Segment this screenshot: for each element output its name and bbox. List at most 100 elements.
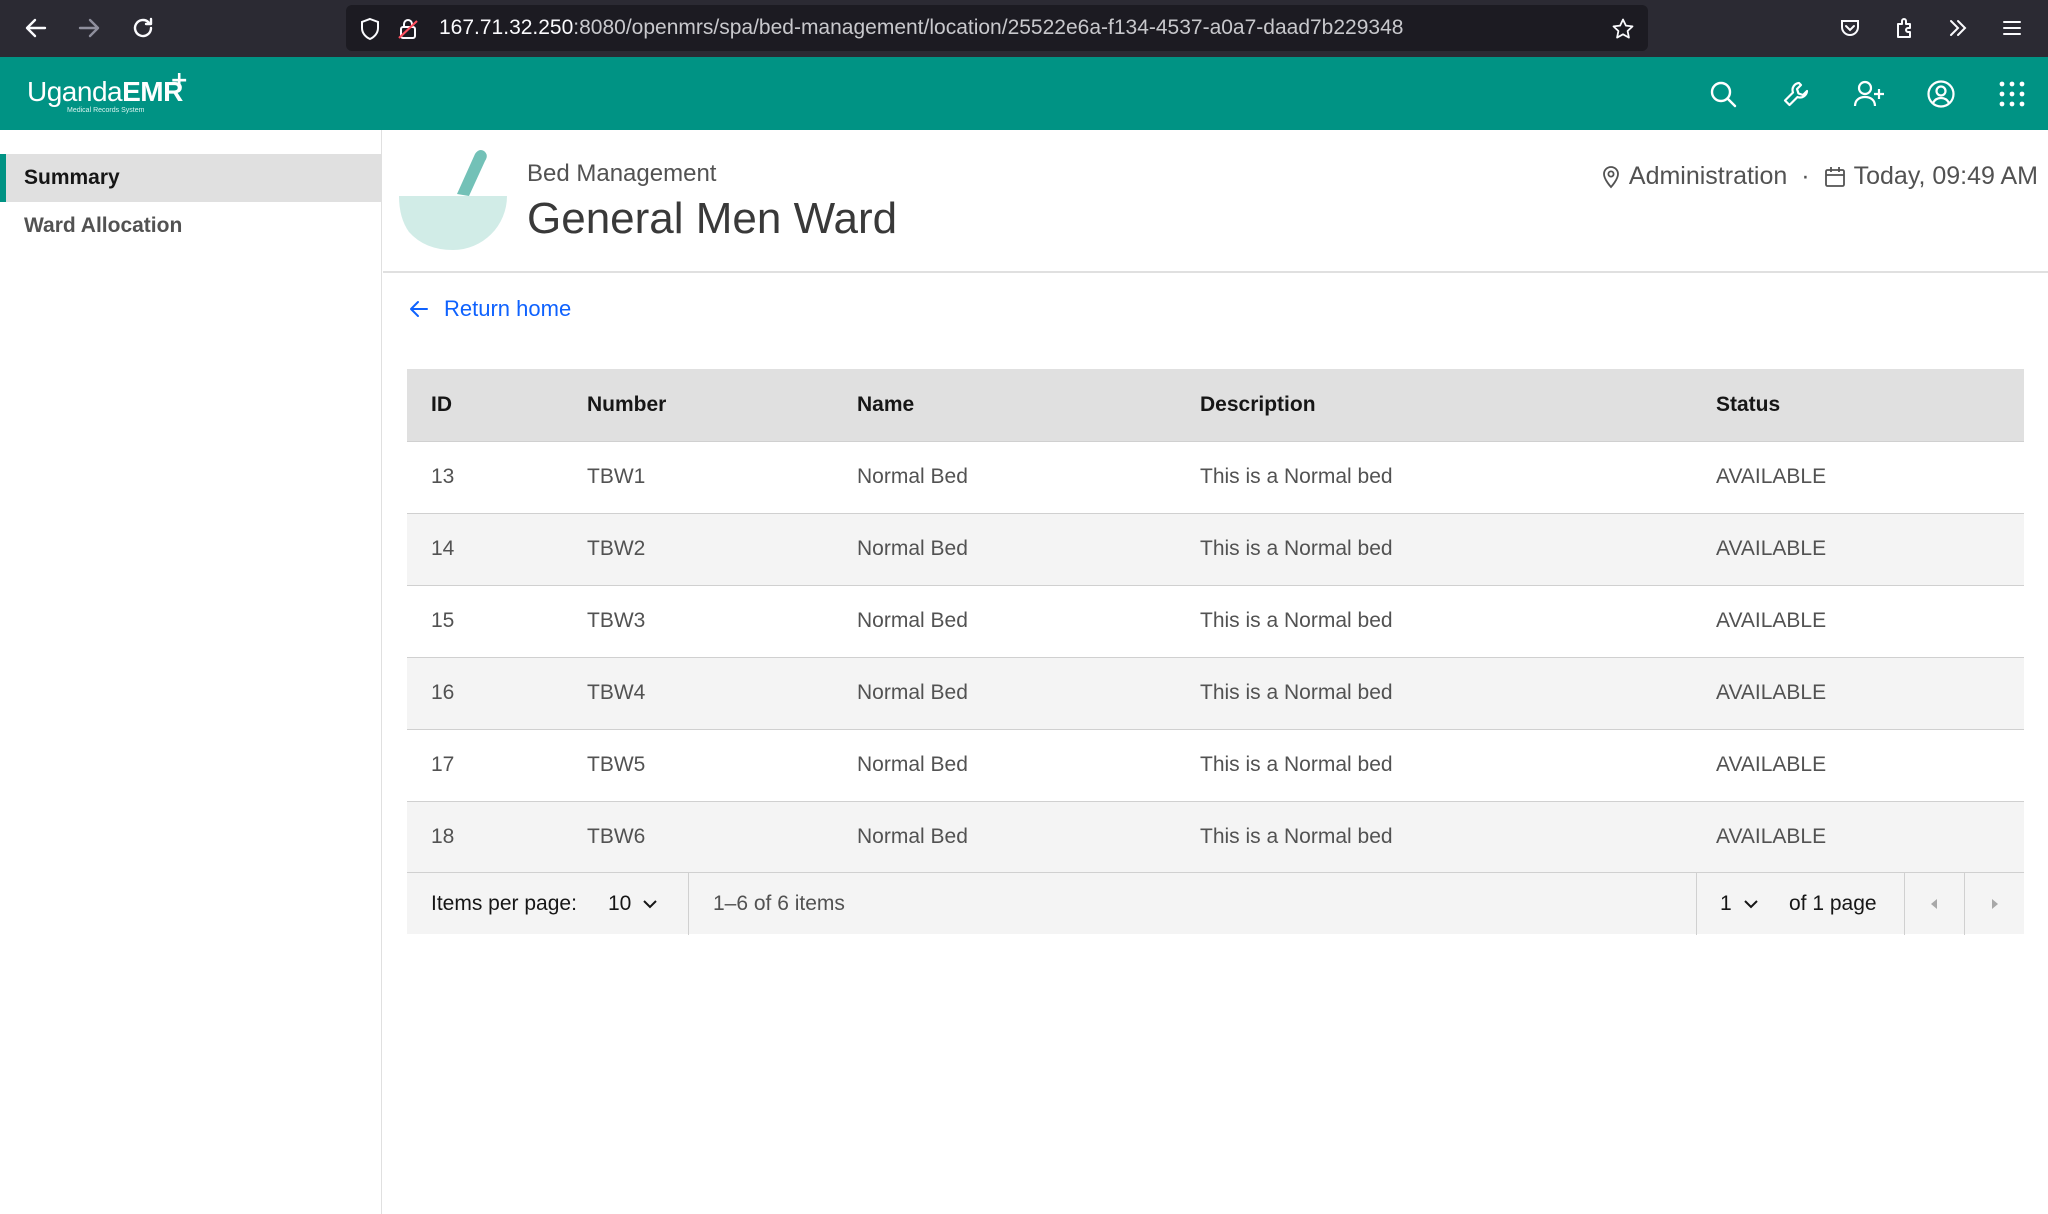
cell-status: AVAILABLE — [1716, 825, 1827, 849]
logo-plus: + — [170, 68, 189, 93]
caret-right-icon — [1989, 897, 2001, 911]
cell-status: AVAILABLE — [1716, 753, 1827, 776]
pager-divider — [1696, 873, 1697, 935]
cell-number: TBW3 — [587, 609, 646, 632]
cell-name: Normal Bed — [857, 465, 968, 488]
wrench-icon[interactable] — [1779, 77, 1813, 111]
search-icon[interactable] — [1706, 77, 1740, 111]
reload-icon[interactable] — [125, 10, 161, 46]
url-host: 167.71.32.250 — [439, 16, 574, 39]
page-select-value: 1 — [1720, 892, 1732, 915]
ugandaemr-logo[interactable]: UgandaEMR + Medical Records System — [27, 68, 188, 114]
cell-status: AVAILABLE — [1716, 465, 1827, 488]
browser-toolbar: 167.71.32.250:8080/openmrs/spa/bed-manag… — [0, 0, 2048, 57]
page-title: General Men Ward — [527, 194, 898, 243]
cell-number: TBW6 — [587, 825, 646, 849]
location-name[interactable]: Administration — [1629, 162, 1787, 191]
page-select[interactable]: 1 — [1720, 873, 1760, 935]
mortar-pestle-illustration — [399, 150, 507, 250]
return-home-link[interactable]: Return home — [408, 296, 571, 322]
forward-icon[interactable] — [71, 10, 107, 46]
breadcrumb: Bed Management — [527, 160, 717, 187]
cell-number: TBW1 — [587, 465, 646, 488]
cell-name: Normal Bed — [857, 825, 968, 849]
cell-name: Normal Bed — [857, 609, 968, 632]
column-header-id: ID — [431, 392, 452, 416]
page-header: Bed Management General Men Ward Administ… — [383, 130, 2048, 273]
current-datetime: Today, 09:49 AM — [1853, 162, 2038, 190]
address-bar[interactable]: 167.71.32.250:8080/openmrs/spa/bed-manag… — [346, 5, 1648, 51]
calendar-icon — [1824, 166, 1846, 188]
pagination-bar: Items per page: 10 1–6 of 6 items 1 of 1… — [407, 872, 2024, 935]
previous-page-button[interactable] — [1905, 873, 1963, 935]
cell-name: Normal Bed — [857, 537, 968, 560]
item-range-text: 1–6 of 6 items — [713, 892, 845, 915]
column-header-description: Description — [1200, 392, 1316, 416]
cell-number: TBW2 — [587, 537, 646, 560]
cell-description: This is a Normal bed — [1200, 825, 1393, 849]
shield-icon[interactable] — [358, 17, 382, 41]
table-row[interactable]: 16 TBW4 Normal Bed This is a Normal bed … — [407, 657, 2024, 729]
insecure-lock-icon[interactable] — [396, 17, 420, 41]
cell-id: 16 — [431, 681, 455, 704]
extensions-icon[interactable] — [1887, 10, 1923, 46]
user-avatar-icon[interactable] — [1924, 77, 1958, 111]
items-per-page-label: Items per page: — [431, 892, 577, 915]
app-switcher-icon[interactable] — [1995, 77, 2029, 111]
cell-description: This is a Normal bed — [1200, 537, 1393, 560]
url-path: :8080/openmrs/spa/bed-management/locatio… — [573, 16, 1404, 39]
hamburger-menu-icon[interactable] — [1994, 10, 2030, 46]
cell-id: 14 — [431, 537, 455, 560]
table-row[interactable]: 14 TBW2 Normal Bed This is a Normal bed … — [407, 513, 2024, 585]
cell-description: This is a Normal bed — [1200, 609, 1393, 632]
cell-description: This is a Normal bed — [1200, 681, 1393, 704]
sidebar-item-ward-allocation[interactable]: Ward Allocation — [0, 202, 381, 250]
chevron-down-icon — [641, 895, 659, 913]
return-home-label: Return home — [444, 296, 572, 321]
cell-status: AVAILABLE — [1716, 537, 1827, 560]
cell-description: This is a Normal bed — [1200, 465, 1393, 488]
column-header-status: Status — [1716, 392, 1781, 416]
app-header: UgandaEMR + Medical Records System — [0, 57, 2048, 130]
cell-status: AVAILABLE — [1716, 681, 1827, 704]
caret-left-icon — [1928, 897, 1940, 911]
table-row[interactable]: 17 TBW5 Normal Bed This is a Normal bed … — [407, 729, 2024, 801]
cell-name: Normal Bed — [857, 753, 968, 776]
logo-text-uganda: Uganda — [27, 76, 123, 107]
items-per-page-select[interactable]: 10 — [608, 873, 659, 935]
page-total-text: of 1 page — [1789, 892, 1877, 915]
table-row[interactable]: 18 TBW6 Normal Bed This is a Normal bed … — [407, 801, 2024, 873]
chevron-down-icon — [1742, 895, 1760, 913]
meta-separator: · — [1801, 162, 1810, 190]
header-meta: Administration · Today, 09:49 AM — [1601, 162, 2038, 191]
table-row[interactable]: 13 TBW1 Normal Bed This is a Normal bed … — [407, 441, 2024, 513]
beds-table-container: ID Number Name Description Status 13 TBW… — [407, 369, 2024, 873]
cell-description: This is a Normal bed — [1200, 753, 1393, 776]
sidebar-item-summary[interactable]: Summary — [0, 154, 381, 202]
cell-name: Normal Bed — [857, 681, 968, 704]
pager-divider — [688, 873, 689, 935]
overflow-chevrons-icon[interactable] — [1940, 10, 1976, 46]
cell-id: 15 — [431, 609, 455, 632]
url-text: 167.71.32.250:8080/openmrs/spa/bed-manag… — [439, 16, 1403, 40]
location-pin-icon — [1601, 165, 1621, 189]
cell-status: AVAILABLE — [1716, 609, 1827, 632]
cell-id: 17 — [431, 753, 455, 776]
cell-number: TBW4 — [587, 681, 646, 704]
cell-number: TBW5 — [587, 753, 646, 776]
next-page-button[interactable] — [1965, 873, 2024, 935]
table-header-row: ID Number Name Description Status — [407, 369, 2024, 441]
logo-tagline: Medical Records System — [67, 107, 145, 114]
beds-table: ID Number Name Description Status 13 TBW… — [407, 369, 2024, 873]
back-icon[interactable] — [18, 10, 54, 46]
add-user-icon[interactable] — [1852, 77, 1886, 111]
arrow-left-icon — [408, 298, 430, 320]
bookmark-star-icon[interactable] — [1611, 17, 1635, 41]
pocket-icon[interactable] — [1832, 10, 1868, 46]
column-header-number: Number — [587, 392, 667, 416]
items-per-page-value: 10 — [608, 892, 632, 915]
cell-id: 13 — [431, 465, 455, 488]
table-row[interactable]: 15 TBW3 Normal Bed This is a Normal bed … — [407, 585, 2024, 657]
side-navigation: Summary Ward Allocation — [0, 130, 382, 1214]
column-header-name: Name — [857, 392, 915, 416]
